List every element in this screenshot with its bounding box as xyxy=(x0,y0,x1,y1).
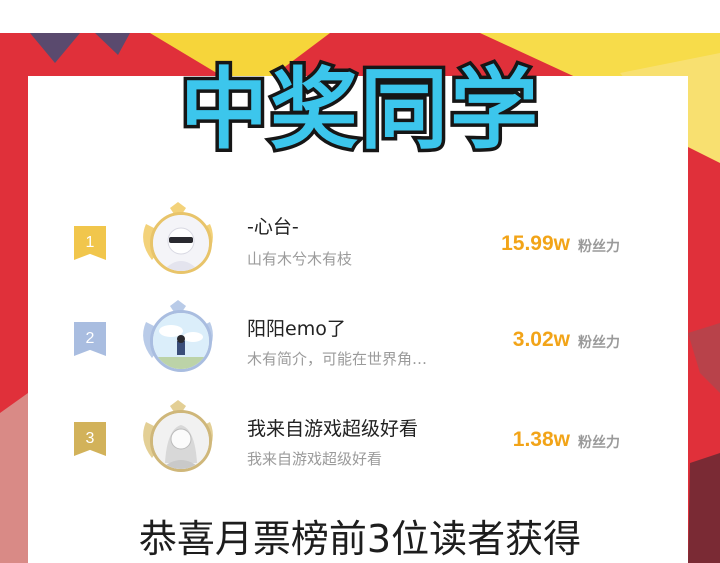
user-name[interactable]: -心台- xyxy=(247,212,299,239)
fan-power-score: 1.38w xyxy=(512,428,570,451)
avatar-frame xyxy=(136,202,220,282)
user-subtitle: 我来自游戏超级好看 xyxy=(247,450,383,468)
banner-text: 中奖同学 xyxy=(176,58,541,161)
fan-power-unit: 粉丝力 xyxy=(578,335,620,351)
user-avatar[interactable] xyxy=(150,212,212,274)
ranking-row-2[interactable]: 2 阳阳emo了 木有简介，可能在世界角… 3.02w 粉丝力 xyxy=(0,298,720,388)
rank-badge: 2 xyxy=(74,322,106,356)
ranking-row-1[interactable]: 1 -心台- 山有木兮木有枝 15.99w 粉丝力 xyxy=(0,198,720,288)
rank-badge: 1 xyxy=(74,226,106,260)
ranking-row-3[interactable]: 3 我来自游戏超级好看 我来自游戏超级好看 1.38w 粉丝力 xyxy=(0,398,720,488)
user-name[interactable]: 我来自游戏超级好看 xyxy=(247,414,418,441)
avatar-frame xyxy=(136,400,220,480)
winners-banner-title: 中奖同学 xyxy=(140,56,580,164)
fan-power-unit: 粉丝力 xyxy=(578,239,620,255)
fan-power-score: 3.02w xyxy=(512,328,570,351)
user-avatar[interactable] xyxy=(150,410,212,472)
user-subtitle: 山有木兮木有枝 xyxy=(247,250,353,268)
congratulations-text: 恭喜月票榜前3位读者获得 xyxy=(138,517,582,561)
user-avatar[interactable] xyxy=(150,310,212,372)
user-name[interactable]: 阳阳emo了 xyxy=(247,314,346,341)
avatar-frame xyxy=(136,300,220,380)
user-subtitle: 木有简介，可能在世界角… xyxy=(247,350,428,368)
fan-power-score: 15.99w xyxy=(501,232,570,255)
rank-badge: 3 xyxy=(74,422,106,456)
fan-power-unit: 粉丝力 xyxy=(578,435,620,451)
